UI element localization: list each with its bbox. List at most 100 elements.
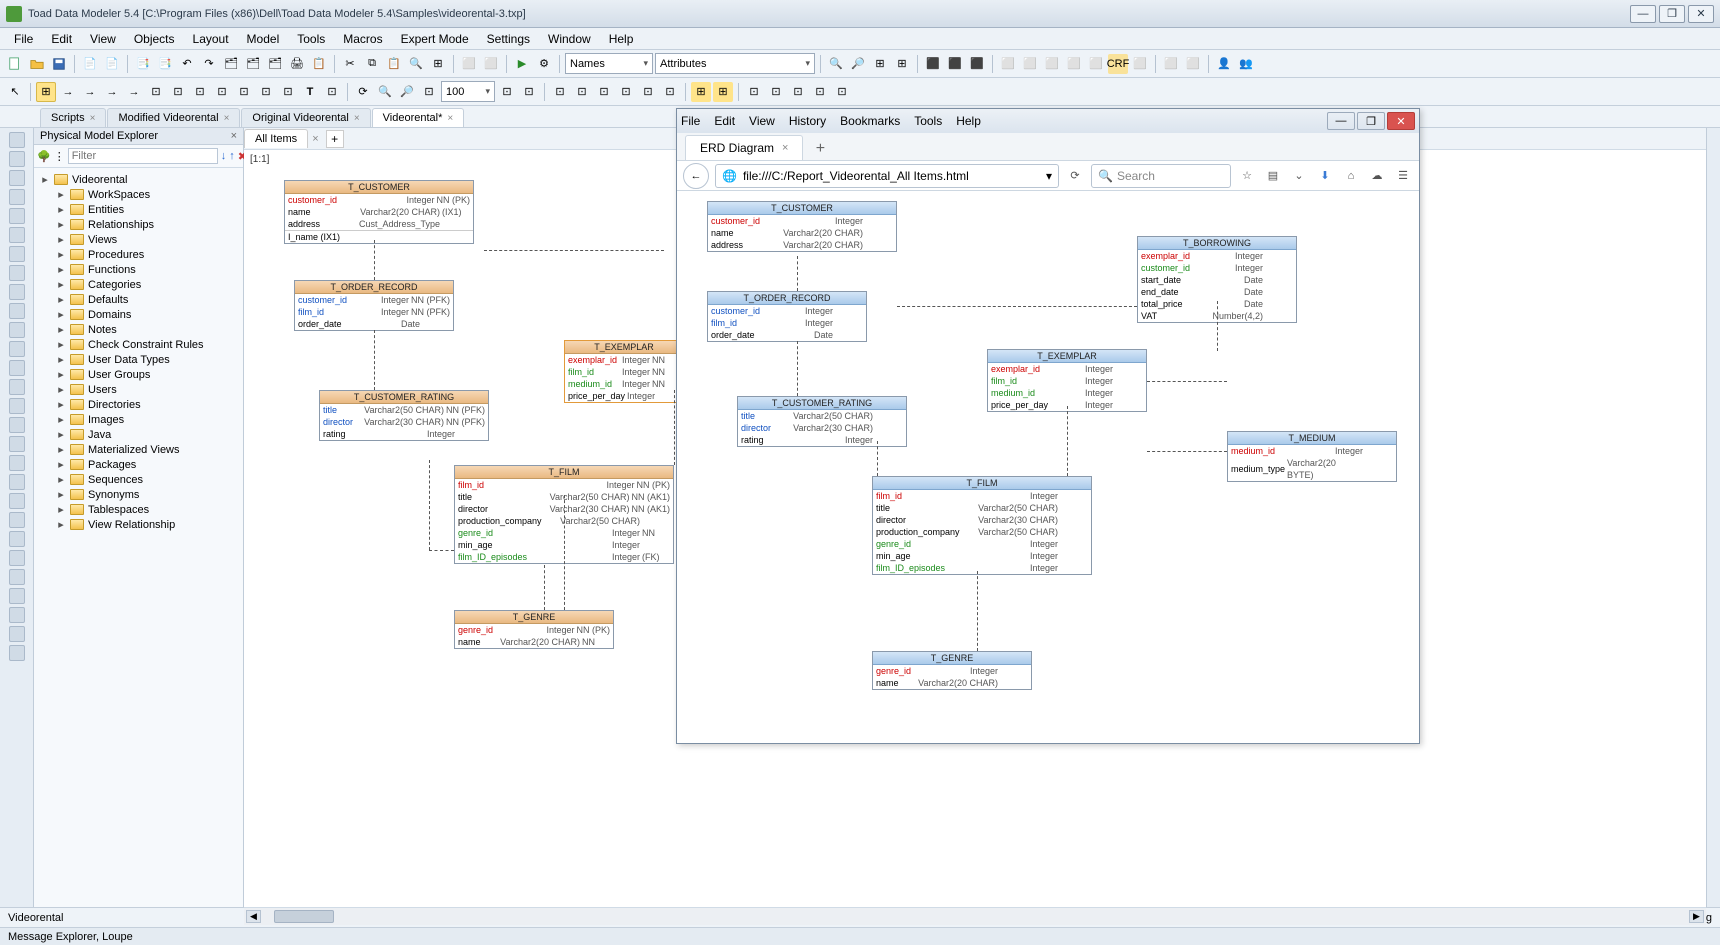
tb-m5[interactable]: ⬛ [923,54,943,74]
cut-icon[interactable]: ✂ [340,54,360,74]
tb2-b[interactable]: → [58,82,78,102]
tb-j[interactable]: ⬜ [459,54,479,74]
menu-view[interactable]: View [82,30,124,48]
tb-h[interactable]: 📋 [309,54,329,74]
gutter-tool[interactable] [9,417,25,433]
tb-c[interactable]: 📑 [133,54,153,74]
tb-m14[interactable]: ⬜ [1130,54,1150,74]
gutter-tool[interactable] [9,626,25,642]
tree-icon[interactable]: 🌳 [37,148,51,164]
tree-node[interactable]: ▸Tablespaces [36,502,241,517]
menu-expert-mode[interactable]: Expert Mode [393,30,477,48]
tb2-a[interactable]: ⊞ [36,82,56,102]
tb-m1[interactable]: 🔍 [826,54,846,74]
menu-tools[interactable]: Tools [289,30,333,48]
tb2-p[interactable]: ⊡ [550,82,570,102]
tb-m4[interactable]: ⊞ [892,54,912,74]
tree-node[interactable]: ▸WorkSpaces [36,187,241,202]
chat-icon[interactable]: ☁ [1367,166,1387,186]
tb2-z2[interactable]: ⊡ [832,82,852,102]
refresh-icon[interactable]: ⟳ [353,82,373,102]
tree-node[interactable]: ▸User Groups [36,367,241,382]
pocket-icon[interactable]: ⌄ [1289,166,1309,186]
tree-node[interactable]: ▸Notes [36,322,241,337]
tb2-m[interactable]: ⊡ [322,82,342,102]
search-icon[interactable]: 🔍 [406,54,426,74]
tb-i[interactable]: ⊞ [428,54,448,74]
report-entity-medium[interactable]: T_MEDIUMmedium_idIntegermedium_typeVarch… [1227,431,1397,482]
new-icon[interactable] [5,54,25,74]
tb-m12[interactable]: ⬜ [1086,54,1106,74]
browser-maximize-button[interactable]: ❐ [1357,112,1385,130]
home-icon[interactable]: ⌂ [1341,166,1361,186]
gutter-tool[interactable] [9,246,25,262]
report-entity-exemplar[interactable]: T_EXEMPLARexemplar_idIntegerfilm_idInteg… [987,349,1147,412]
menu-help[interactable]: Help [601,30,642,48]
menu-macros[interactable]: Macros [335,30,390,48]
tb2-r[interactable]: ⊡ [594,82,614,102]
open-icon[interactable] [27,54,47,74]
tree-node[interactable]: ▸Domains [36,307,241,322]
paste-icon[interactable]: 📋 [384,54,404,74]
browser-address-bar[interactable]: 🌐 file:///C:/Report_Videorental_All Item… [715,164,1059,188]
gutter-tool[interactable] [9,512,25,528]
gutter-tool[interactable] [9,303,25,319]
reload-icon[interactable]: ⟳ [1065,166,1085,186]
gutter-tool[interactable] [9,474,25,490]
gutter-tool[interactable] [9,531,25,547]
entity-customer[interactable]: T_CUSTOMERcustomer_idIntegerNN (PK)nameV… [284,180,474,244]
tree-node[interactable]: ▸Views [36,232,241,247]
tb2-g[interactable]: ⊡ [168,82,188,102]
tree-node[interactable]: ▸Entities [36,202,241,217]
tb-m6[interactable]: ⬛ [945,54,965,74]
browser-minimize-button[interactable]: — [1327,112,1355,130]
tb2-i[interactable]: ⊡ [212,82,232,102]
tab-videorental[interactable]: Videorental*× [372,108,465,127]
tb2-j[interactable]: ⊡ [234,82,254,102]
bmenu-file[interactable]: File [681,114,700,128]
entity-genre[interactable]: T_GENREgenre_idIntegerNN (PK)nameVarchar… [454,610,614,649]
tree-node[interactable]: ▸Defaults [36,292,241,307]
arrow-down-icon[interactable]: ↓ [221,148,227,164]
tree-node[interactable]: ▸Check Constraint Rules [36,337,241,352]
gutter-tool[interactable] [9,379,25,395]
tb2-t[interactable]: ⊡ [638,82,658,102]
tree-node[interactable]: ▸Images [36,412,241,427]
tb-m8[interactable]: ⬜ [998,54,1018,74]
gutter-tool[interactable] [9,341,25,357]
tab-modified-videorental[interactable]: Modified Videorental× [107,108,240,127]
tree-node[interactable]: ▸Functions [36,262,241,277]
tb2-d[interactable]: → [102,82,122,102]
save-icon[interactable] [49,54,69,74]
gutter-tool[interactable] [9,550,25,566]
gutter-tool[interactable] [9,493,25,509]
zoom-combo[interactable]: 100▾ [441,81,495,102]
tab-scripts[interactable]: Scripts× [40,108,106,127]
tb2-f[interactable]: ⊡ [146,82,166,102]
entity-order[interactable]: T_ORDER_RECORDcustomer_idIntegerNN (PFK)… [294,280,454,331]
tb2-n[interactable]: ⊡ [497,82,517,102]
close-icon[interactable]: × [231,130,237,142]
users-icon[interactable]: 👥 [1236,54,1256,74]
gutter-tool[interactable] [9,436,25,452]
display-combo[interactable]: Attributes▾ [655,53,815,74]
tb2-l[interactable]: ⊡ [278,82,298,102]
run-icon[interactable]: ▶ [512,54,532,74]
tb-m11[interactable]: ⬜ [1064,54,1084,74]
tb-m10[interactable]: ⬜ [1042,54,1062,74]
arrow-up-icon[interactable]: ↑ [229,148,235,164]
tb2-c[interactable]: → [80,82,100,102]
zoomfit-icon[interactable]: ⊡ [419,82,439,102]
chevron-down-icon[interactable]: ▾ [1046,169,1052,183]
tree-node[interactable]: ▸View Relationship [36,517,241,532]
scope-combo[interactable]: Names▾ [565,53,653,74]
tb-e[interactable]: 🗂 [221,54,241,74]
menu-file[interactable]: File [6,30,41,48]
canvas-tab-all-items[interactable]: All Items [244,129,308,148]
bookmark-icon[interactable]: ☆ [1237,166,1257,186]
explorer-filter-input[interactable] [68,148,218,164]
tb-m13[interactable]: CRF [1108,54,1128,74]
app-minimize-button[interactable]: — [1630,5,1656,23]
tb-m9[interactable]: ⬜ [1020,54,1040,74]
tree-node[interactable]: ▸Categories [36,277,241,292]
